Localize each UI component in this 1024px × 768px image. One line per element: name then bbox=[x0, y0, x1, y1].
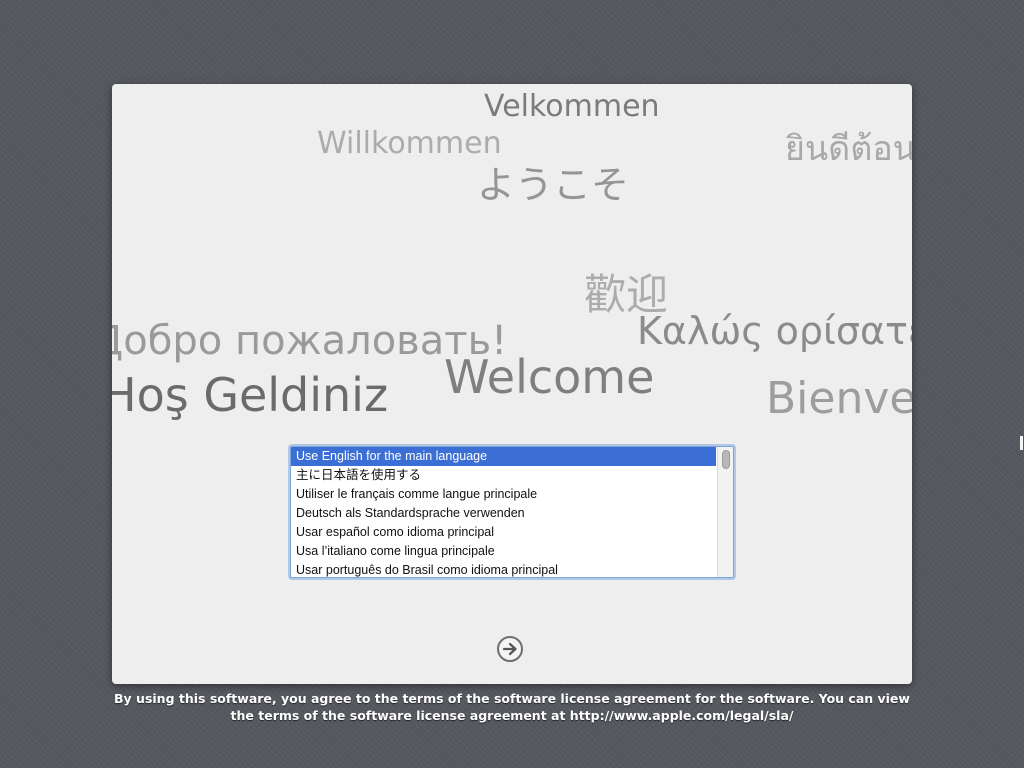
license-notice-line-2: the terms of the software license agreem… bbox=[230, 708, 794, 723]
greeting-english: Welcome bbox=[444, 350, 655, 404]
greeting-thai: ยินดีต้อนรับ bbox=[785, 129, 912, 169]
language-option-italian[interactable]: Usa l’italiano come lingua principale bbox=[291, 542, 716, 561]
greeting-japanese: ようこそ bbox=[477, 163, 630, 207]
arrow-right-circle-icon bbox=[497, 636, 523, 662]
greeting-greek: Καλώς ορίσατε bbox=[637, 309, 912, 353]
scrollbar-thumb[interactable] bbox=[722, 450, 730, 469]
license-notice: By using this software, you agree to the… bbox=[112, 690, 912, 724]
language-option-german[interactable]: Deutsch als Standardsprache verwenden bbox=[291, 504, 716, 523]
mouse-cursor bbox=[1020, 436, 1023, 450]
language-option-spanish[interactable]: Usar español como idioma principal bbox=[291, 523, 716, 542]
language-option-french[interactable]: Utiliser le français comme langue princi… bbox=[291, 485, 716, 504]
greeting-danish: Velkommen bbox=[484, 89, 660, 124]
language-option-japanese[interactable]: 主に日本語を使用する bbox=[291, 466, 716, 485]
greeting-french: Bienvenue bbox=[766, 373, 912, 424]
greeting-german: Willkommen bbox=[317, 126, 502, 161]
language-option-english[interactable]: Use English for the main language bbox=[291, 447, 716, 466]
language-list-scrollbar[interactable] bbox=[717, 447, 733, 577]
continue-button[interactable] bbox=[496, 635, 524, 663]
welcome-panel: Velkommen Willkommen ยินดีต้อนรับ ようこそ 歡… bbox=[112, 84, 912, 684]
language-list[interactable]: Use English for the main language 主に日本語を… bbox=[290, 446, 734, 578]
license-notice-line-1: By using this software, you agree to the… bbox=[114, 691, 910, 706]
language-option-portuguese-brazil[interactable]: Usar português do Brasil como idioma pri… bbox=[291, 561, 716, 577]
greeting-turkish: Hoş Geldiniz bbox=[112, 368, 389, 422]
